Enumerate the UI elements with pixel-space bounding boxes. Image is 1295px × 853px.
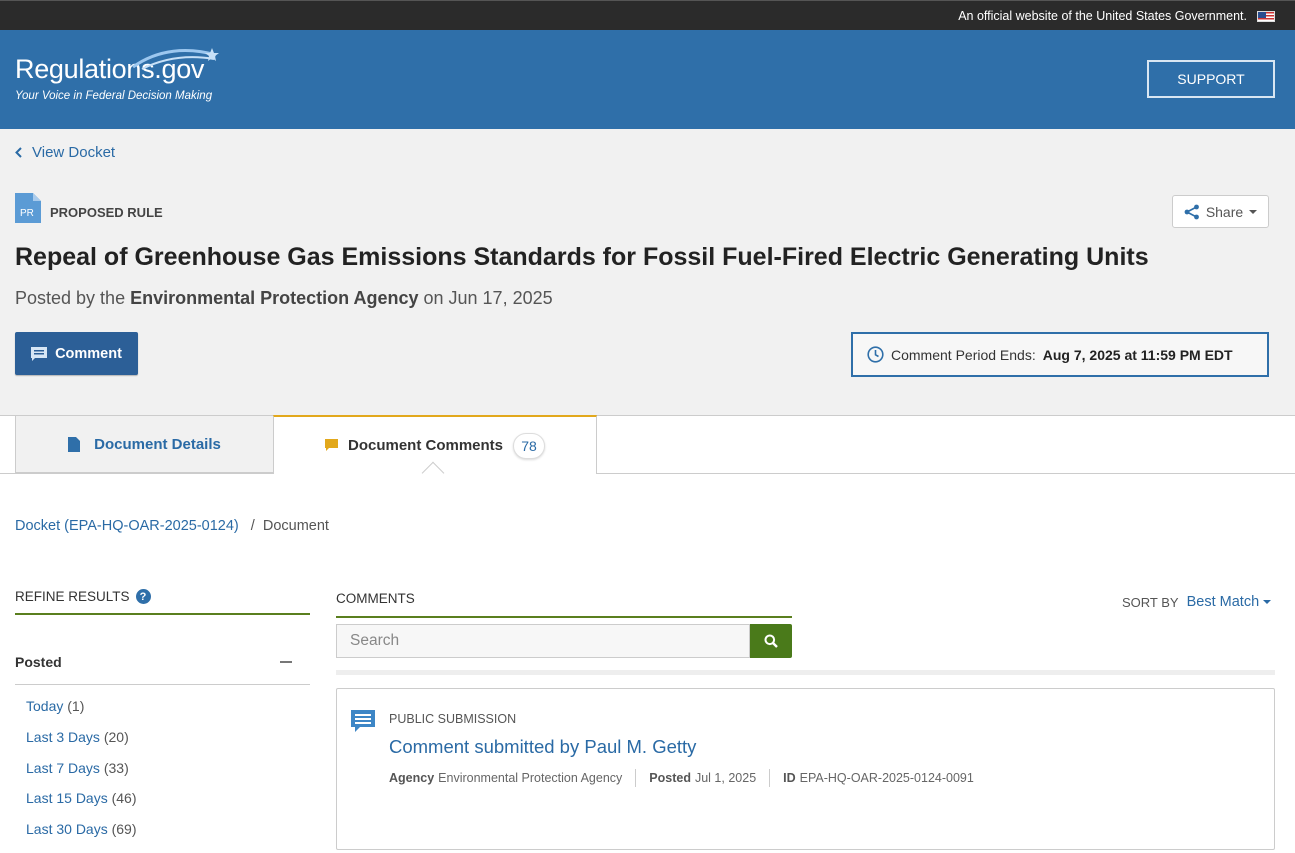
result-meta: Agency Environmental Protection Agency Po…	[389, 769, 987, 787]
search-input[interactable]	[336, 624, 750, 658]
posted-by-line: Posted by the Environmental Protection A…	[15, 288, 553, 309]
result-title-link[interactable]: Comment submitted by Paul M. Getty	[389, 736, 696, 758]
search-button[interactable]	[750, 624, 792, 658]
comment-result-card: PUBLIC SUBMISSION Comment submitted by P…	[336, 688, 1275, 850]
sort-value: Best Match	[1186, 594, 1260, 610]
comment-period-box: Comment Period Ends: Aug 7, 2025 at 11:5…	[851, 332, 1269, 377]
comment-button[interactable]: Comment	[15, 332, 138, 375]
support-button[interactable]: SUPPORT	[1147, 60, 1275, 98]
view-docket-link[interactable]: View Docket	[15, 144, 115, 161]
result-id-label: ID	[783, 771, 796, 785]
results-divider	[336, 670, 1275, 675]
document-tabs: Document Details Document Comments 78	[0, 415, 1295, 485]
document-header: View Docket PR PROPOSED RULE Share Repea…	[0, 129, 1295, 416]
sort-label: SORT BY	[1122, 594, 1179, 610]
comment-bubble-icon	[324, 439, 338, 451]
result-agency: Agency Environmental Protection Agency	[389, 769, 635, 787]
tab-document-details[interactable]: Document Details	[15, 416, 274, 473]
comments-section-title: COMMENTS	[336, 591, 792, 618]
agency-name: Environmental Protection Agency	[130, 288, 419, 308]
public-submission-icon	[351, 710, 375, 732]
site-tagline: Your Voice in Federal Decision Making	[15, 90, 213, 102]
facet-option-last-7-days[interactable]: Last 7 Days (33)	[26, 760, 137, 791]
chevron-left-icon	[15, 147, 22, 158]
svg-text:PR: PR	[20, 208, 34, 219]
result-agency-value: Environmental Protection Agency	[438, 771, 623, 785]
facet-option-label: Last 30 Days	[26, 821, 108, 838]
facet-option-last-3-days[interactable]: Last 3 Days (20)	[26, 729, 137, 760]
logo-swoosh-icon	[132, 48, 219, 70]
posted-date: on Jun 17, 2025	[423, 288, 553, 308]
result-posted: Posted Jul 1, 2025	[635, 769, 769, 787]
comment-icon	[31, 346, 48, 361]
result-posted-label: Posted	[649, 771, 691, 785]
result-id-value: EPA-HQ-OAR-2025-0124-0091	[799, 771, 974, 785]
sort-dropdown[interactable]: Best Match	[1187, 594, 1272, 610]
result-posted-value: Jul 1, 2025	[694, 771, 757, 785]
document-icon	[68, 436, 81, 452]
view-docket-label: View Docket	[32, 144, 116, 161]
facet-option-count: (1)	[67, 698, 85, 714]
facet-option-label: Last 7 Days	[26, 759, 100, 776]
share-icon	[1184, 204, 1199, 219]
document-title: Repeal of Greenhouse Gas Emissions Stand…	[15, 243, 1149, 271]
sort-control: SORT BY Best Match	[1122, 594, 1272, 610]
refine-results-title: REFINE RESULTS	[15, 589, 130, 604]
facet-option-label: Today	[26, 698, 64, 714]
gov-banner-text: An official website of the United States…	[958, 9, 1247, 23]
facet-option-count: (69)	[111, 821, 137, 838]
refine-results-header: REFINE RESULTS ?	[15, 589, 310, 615]
facet-option-today[interactable]: Today (1)	[26, 698, 137, 729]
breadcrumb-separator: /	[250, 518, 255, 534]
gov-banner: An official website of the United States…	[0, 0, 1295, 30]
comment-period-value: Aug 7, 2025 at 11:59 PM EDT	[1042, 346, 1233, 363]
facet-option-label: Last 15 Days	[26, 790, 108, 807]
chevron-down-icon	[1263, 600, 1272, 605]
posted-prefix: Posted by the	[15, 288, 126, 308]
facet-option-last-30-days[interactable]: Last 30 Days (69)	[26, 821, 137, 852]
comment-button-label: Comment	[55, 345, 122, 362]
facet-posted-options: Today (1) Last 3 Days (20) Last 7 Days (…	[26, 698, 137, 852]
comments-search	[336, 624, 792, 658]
facet-posted-header[interactable]: Posted	[15, 640, 310, 685]
facet-option-label: Last 3 Days	[26, 728, 100, 745]
document-type-label: PROPOSED RULE	[50, 205, 163, 220]
facet-option-count: (33)	[103, 759, 129, 776]
comments-count-badge: 78	[513, 432, 546, 459]
result-id: ID EPA-HQ-OAR-2025-0124-0091	[769, 769, 987, 787]
tab-document-comments-label: Document Comments	[347, 437, 504, 454]
facet-option-count: (46)	[111, 790, 137, 807]
breadcrumb: Docket (EPA-HQ-OAR-2025-0124) / Document	[15, 518, 329, 534]
comment-period-label: Comment Period Ends:	[891, 346, 1036, 363]
facet-option-last-15-days[interactable]: Last 15 Days (46)	[26, 790, 137, 821]
facet-option-count: (20)	[103, 728, 129, 745]
help-icon[interactable]: ?	[135, 589, 151, 604]
clock-icon	[867, 346, 884, 363]
tab-document-details-label: Document Details	[94, 435, 221, 453]
result-agency-label: Agency	[389, 771, 435, 785]
breadcrumb-current: Document	[262, 518, 329, 534]
collapse-icon[interactable]	[280, 661, 292, 663]
chevron-down-icon	[1249, 209, 1258, 214]
share-label: Share	[1205, 203, 1244, 220]
facet-posted-title: Posted	[15, 654, 62, 670]
search-icon	[764, 634, 778, 648]
us-flag-icon	[1257, 11, 1275, 22]
proposed-rule-icon: PR	[15, 193, 41, 223]
result-type: PUBLIC SUBMISSION	[389, 712, 517, 726]
share-button[interactable]: Share	[1172, 195, 1269, 228]
site-header: Regulations.gov Your Voice in Federal De…	[0, 30, 1295, 129]
breadcrumb-docket-link[interactable]: Docket (EPA-HQ-OAR-2025-0124)	[15, 518, 239, 534]
